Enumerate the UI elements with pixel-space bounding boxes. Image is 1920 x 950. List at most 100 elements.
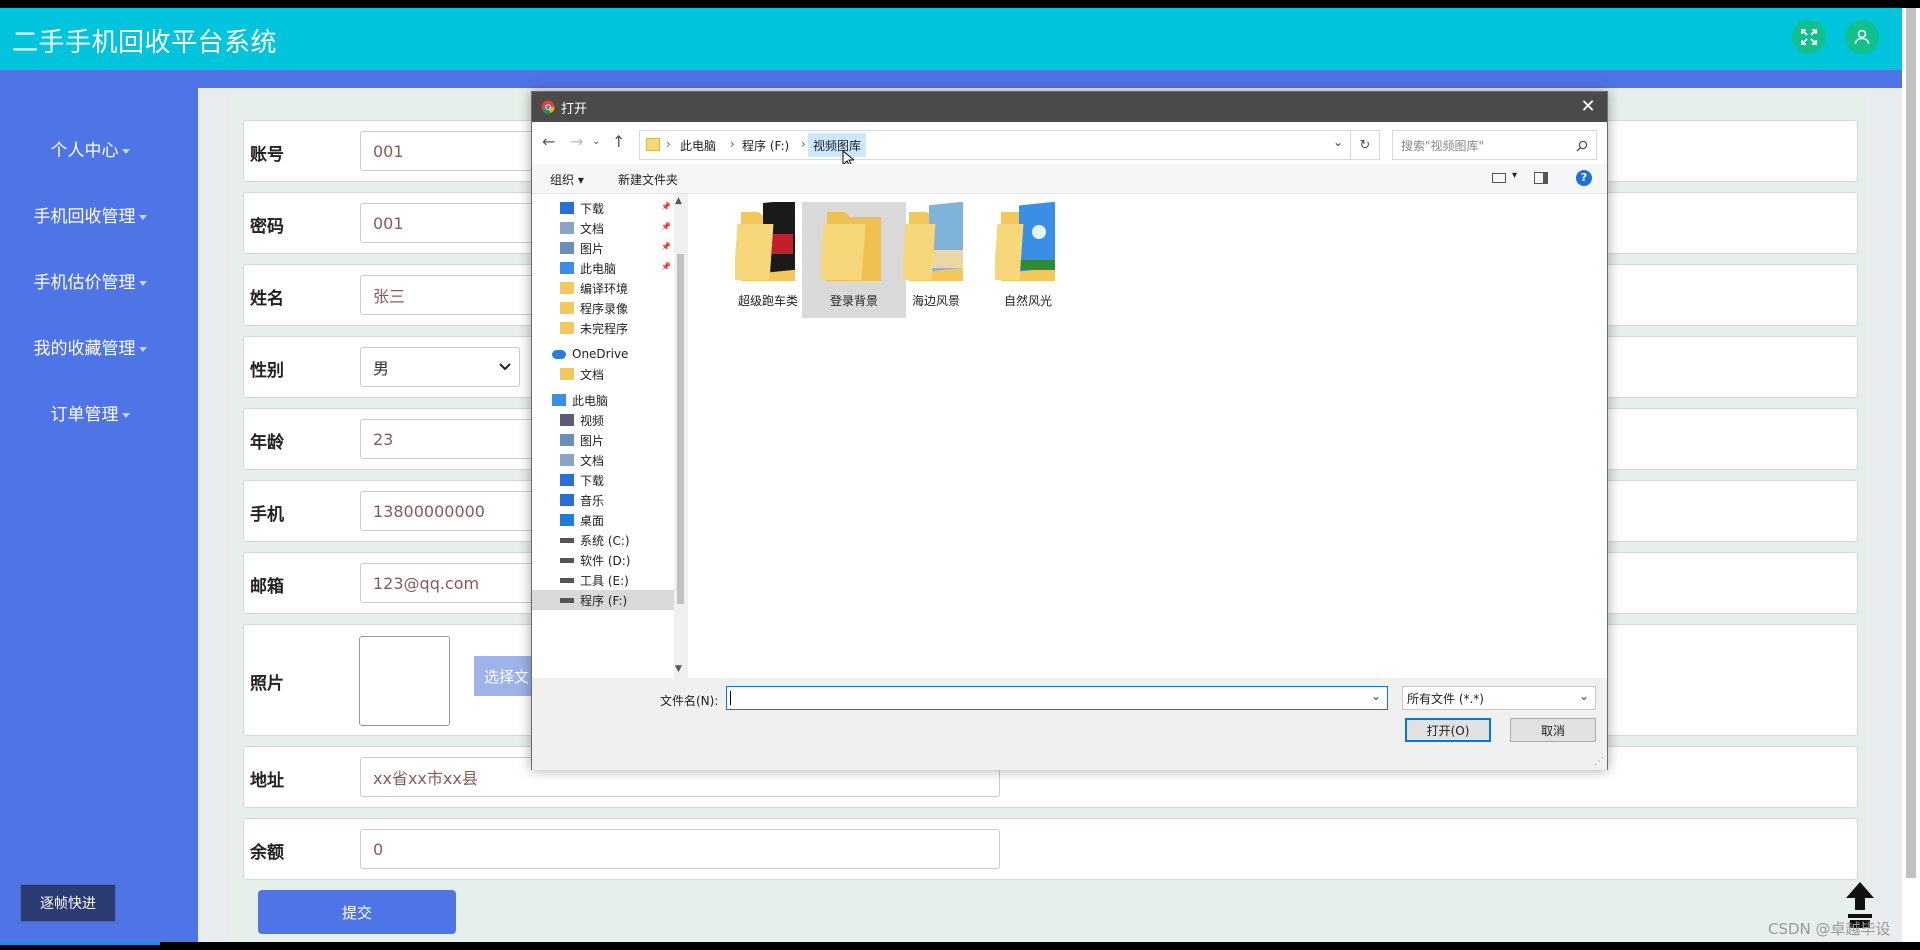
fullscreen-button[interactable] xyxy=(1792,20,1826,54)
picture-icon xyxy=(560,434,574,446)
nav-item[interactable]: 系统 (C:) xyxy=(560,530,630,550)
up-arrow-icon[interactable]: ↑ xyxy=(612,132,625,151)
address-bar[interactable]: › 此电脑 › 程序 (F:) › 视频图库 ⌄ xyxy=(639,130,1351,160)
user-button[interactable] xyxy=(1845,20,1879,54)
nav-item[interactable]: 文档 xyxy=(560,364,604,384)
nav-item[interactable]: 下载 xyxy=(560,470,604,490)
app-title: 二手手机回收平台系统 xyxy=(12,28,278,58)
field-label: 地址 xyxy=(250,771,284,791)
refresh-icon[interactable]: ↻ xyxy=(1350,130,1380,160)
drive-icon xyxy=(560,557,574,563)
breadcrumb-this-pc[interactable]: 此电脑 xyxy=(680,137,716,154)
nav-item[interactable]: 软件 (D:) xyxy=(560,550,630,570)
filename-dropdown-icon[interactable]: ⌄ xyxy=(1371,689,1381,703)
caret-down-icon xyxy=(121,412,130,418)
breadcrumb-separator: › xyxy=(730,137,735,151)
dialog-titlebar: 打开 ✕ xyxy=(532,92,1607,122)
help-icon[interactable]: ? xyxy=(1576,170,1592,186)
nav-item[interactable]: 此电脑 xyxy=(552,390,608,410)
fullscreen-icon xyxy=(1801,29,1817,45)
view-dropdown-icon[interactable]: ▾ xyxy=(1512,170,1517,181)
file-type-filter[interactable]: 所有文件 (*.*) ⌄ xyxy=(1402,686,1596,710)
filename-label: 文件名(N): xyxy=(660,694,719,708)
forward-arrow-icon[interactable]: → xyxy=(570,132,583,151)
folder-icon xyxy=(821,212,881,281)
field-label: 密码 xyxy=(250,217,284,237)
watermark: CSDN @卓越毕设 xyxy=(1768,920,1891,938)
chevron-down-icon: ⌄ xyxy=(1578,689,1589,703)
dialog-bottom-bar: 文件名(N): ⌄ 所有文件 (*.*) ⌄ 打开(O) 取消 ⋰ xyxy=(532,678,1607,770)
nav-item[interactable]: 图片 xyxy=(560,238,604,258)
nav-item[interactable]: 此电脑 xyxy=(560,258,616,278)
sidebar: 个人中心 手机回收管理 手机估价管理 我的收藏管理 订单管理 xyxy=(0,70,198,942)
cancel-button[interactable]: 取消 xyxy=(1510,718,1596,742)
nav-item[interactable]: 未完程序 xyxy=(560,318,628,338)
nav-item[interactable]: 下载 xyxy=(560,198,604,218)
pin-icon: 📌 xyxy=(661,262,671,271)
dialog-title: 打开 xyxy=(561,101,588,117)
back-arrow-icon[interactable]: ← xyxy=(542,132,555,151)
text-caret xyxy=(730,691,731,705)
sidebar-item-personal-center[interactable]: 个人中心 xyxy=(0,136,180,161)
nav-item[interactable]: 文档 xyxy=(560,450,604,470)
balance-input[interactable]: 0 xyxy=(360,829,1000,869)
video-icon xyxy=(560,414,574,426)
field-label: 年龄 xyxy=(250,433,284,453)
caret-down-icon xyxy=(138,214,147,220)
folder-item[interactable]: 海边风景 xyxy=(884,202,988,318)
file-open-dialog: 打开 ✕ ← → ⌄ ↑ › 此电脑 › 程序 (F:) › 视频图库 ⌄ ↻ … xyxy=(531,91,1608,770)
nav-item[interactable]: 工具 (E:) xyxy=(560,570,629,590)
nav-item[interactable]: OneDrive xyxy=(552,344,628,364)
submit-button[interactable]: 提交 xyxy=(258,890,456,934)
nav-item[interactable]: 程序录像 xyxy=(560,298,628,318)
sidebar-item-phone-valuation[interactable]: 手机估价管理 xyxy=(0,268,180,293)
pin-icon: 📌 xyxy=(661,202,671,211)
download-icon xyxy=(560,474,574,486)
nav-item[interactable]: 程序 (F:) xyxy=(532,590,674,610)
nav-item[interactable]: 视频 xyxy=(560,410,604,430)
field-label: 余额 xyxy=(250,843,284,863)
breadcrumb-video-library[interactable]: 视频图库 xyxy=(808,133,867,157)
sidebar-item-phone-recycle[interactable]: 手机回收管理 xyxy=(0,202,180,227)
nav-pane-scrollbar[interactable]: ▲ ▼ xyxy=(674,194,687,678)
computer-icon xyxy=(560,262,574,274)
page-scrollbar-thumb[interactable] xyxy=(1906,8,1916,878)
desktop-icon xyxy=(560,514,574,526)
scroll-down-icon[interactable]: ▼ xyxy=(675,664,682,674)
folder-icon xyxy=(560,282,574,294)
chrome-icon xyxy=(541,100,555,114)
address-dropdown-icon[interactable]: ⌄ xyxy=(1333,135,1343,149)
scroll-up-icon[interactable]: ▲ xyxy=(675,196,682,206)
preview-pane-icon[interactable] xyxy=(1534,172,1548,184)
resize-grip-icon[interactable]: ⋰ xyxy=(1594,756,1604,767)
folder-icon xyxy=(646,138,660,151)
sidebar-item-orders[interactable]: 订单管理 xyxy=(0,400,180,425)
dialog-navigation-pane: 下载 📌 文档 📌 图片 📌 此电脑 📌 编译环境 程序录像 未完程序 OneDrive 文档 此电脑 视频… xyxy=(532,194,687,678)
drive-icon xyxy=(560,597,574,603)
nav-item[interactable]: 文档 xyxy=(560,218,604,238)
open-button[interactable]: 打开(O) xyxy=(1405,718,1491,742)
search-icon xyxy=(1576,140,1588,152)
nav-item[interactable]: 编译环境 xyxy=(560,278,628,298)
close-icon[interactable]: ✕ xyxy=(1577,96,1599,117)
user-icon xyxy=(1854,29,1870,45)
breadcrumb-drive-f[interactable]: 程序 (F:) xyxy=(742,137,789,154)
recent-chevron-icon[interactable]: ⌄ xyxy=(592,136,600,147)
sidebar-item-favorites[interactable]: 我的收藏管理 xyxy=(0,334,180,359)
folder-item[interactable]: 自然风光 xyxy=(976,202,1080,318)
file-list-area: 超级跑车类 登录背景 海边风景 自然风光 xyxy=(688,194,1607,678)
nav-pane-scroll-thumb[interactable] xyxy=(677,254,684,604)
dialog-toolbar: 组织 ▾ 新建文件夹 ▾ ? xyxy=(532,164,1607,194)
nav-item[interactable]: 音乐 xyxy=(560,490,604,510)
view-options-icon[interactable] xyxy=(1492,173,1506,183)
organize-menu[interactable]: 组织 ▾ xyxy=(550,171,584,188)
breadcrumb-separator: › xyxy=(801,137,806,151)
gender-select[interactable]: 男 xyxy=(360,347,520,387)
nav-item[interactable]: 桌面 xyxy=(560,510,604,530)
field-label: 账号 xyxy=(250,145,284,165)
filename-input[interactable]: ⌄ xyxy=(726,686,1388,710)
nav-item[interactable]: 图片 xyxy=(560,430,604,450)
new-folder-button[interactable]: 新建文件夹 xyxy=(618,171,678,188)
dialog-search-input[interactable]: 搜索"视频图库" xyxy=(1392,130,1597,160)
frame-forward-button[interactable]: 逐帧快进 xyxy=(20,884,116,922)
